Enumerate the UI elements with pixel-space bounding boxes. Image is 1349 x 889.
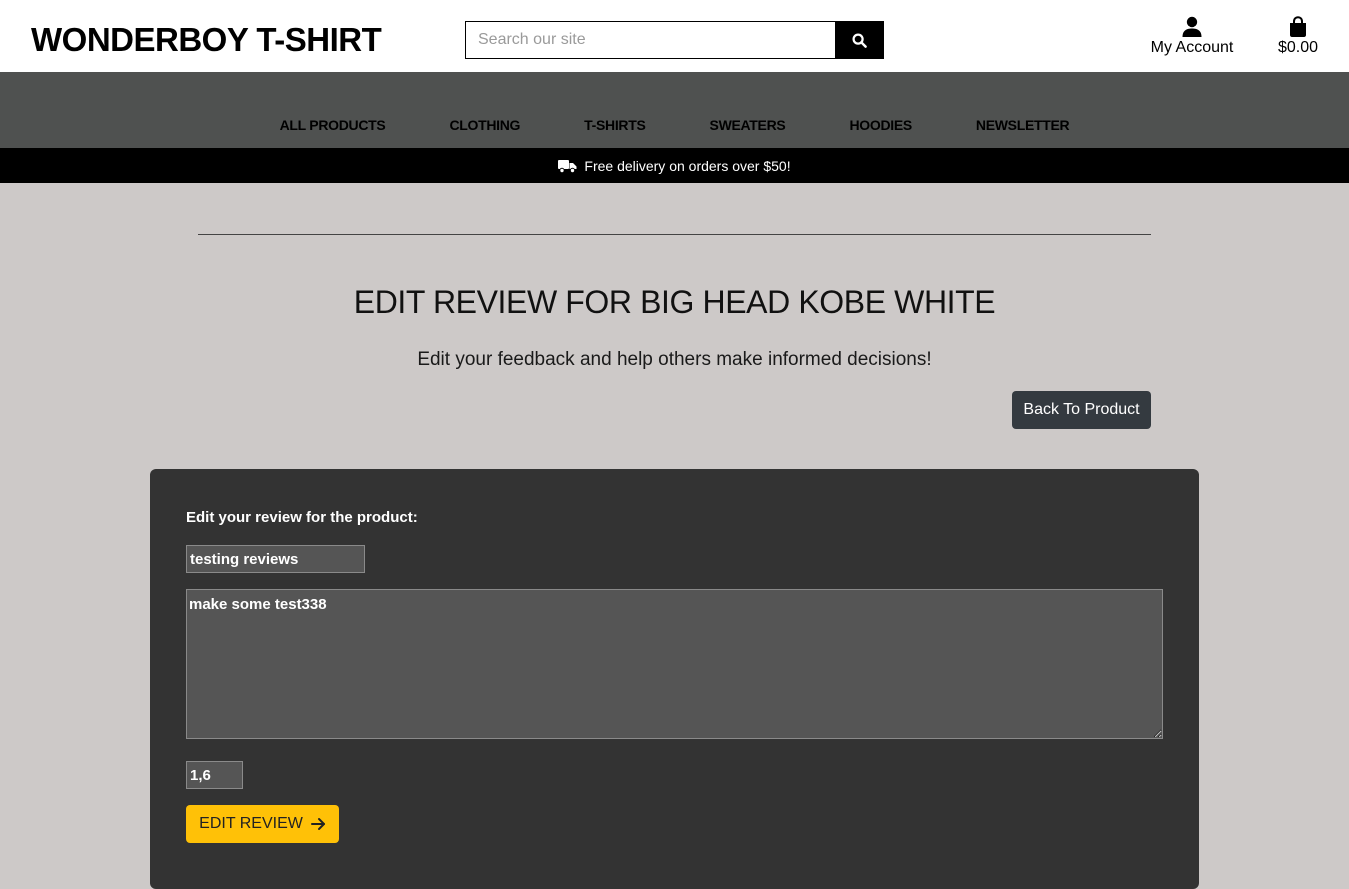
nav-item-hoodies[interactable]: HOODIES <box>817 117 943 133</box>
main-navigation: ALL PRODUCTS CLOTHING T-SHIRTS SWEATERS … <box>0 72 1349 148</box>
top-header: WONDERBOY T-SHIRT My Account $0.00 <box>0 0 1349 72</box>
shopping-bag-icon <box>1272 16 1324 38</box>
edit-review-form: Edit your review for the product: make s… <box>150 469 1199 889</box>
edit-review-button[interactable]: EDIT REVIEW <box>186 805 339 843</box>
page-title: EDIT REVIEW FOR BIG HEAD KOBE WHITE <box>353 284 996 320</box>
truck-icon <box>558 159 577 173</box>
bag-total: $0.00 <box>1277 39 1319 56</box>
user-icon <box>1148 16 1236 38</box>
nav-item-clothing[interactable]: CLOTHING <box>417 117 552 133</box>
section-divider <box>198 234 1151 235</box>
search-icon <box>852 32 867 48</box>
page-subtitle: Edit your feedback and help others make … <box>417 349 932 370</box>
search-button[interactable] <box>835 21 884 59</box>
review-body-textarea[interactable]: make some test338 <box>186 589 1163 739</box>
edit-review-button-label: EDIT REVIEW <box>199 815 303 832</box>
brand-logo[interactable]: WONDERBOY T-SHIRT <box>31 20 382 60</box>
search-input[interactable] <box>465 21 835 59</box>
nav-item-all-products[interactable]: ALL PRODUCTS <box>248 117 418 133</box>
back-to-product-button[interactable]: Back To Product <box>1012 391 1151 429</box>
nav-item-sweaters[interactable]: SWEATERS <box>678 117 818 133</box>
nav-item-t-shirts[interactable]: T-SHIRTS <box>552 117 677 133</box>
delivery-banner-text: Free delivery on orders over $50! <box>584 157 791 174</box>
review-rating-input[interactable] <box>186 761 243 789</box>
shopping-bag-link[interactable]: $0.00 <box>1272 16 1324 58</box>
search-form <box>465 21 884 59</box>
form-label: Edit your review for the product: <box>186 509 418 526</box>
nav-list: ALL PRODUCTS CLOTHING T-SHIRTS SWEATERS … <box>0 117 1349 133</box>
delivery-banner: Free delivery on orders over $50! <box>0 148 1349 183</box>
arrow-right-icon <box>310 818 325 830</box>
my-account-label: My Account <box>1150 39 1234 56</box>
my-account-link[interactable]: My Account <box>1148 16 1236 58</box>
review-title-input[interactable] <box>186 545 365 573</box>
nav-item-newsletter[interactable]: NEWSLETTER <box>944 117 1101 133</box>
